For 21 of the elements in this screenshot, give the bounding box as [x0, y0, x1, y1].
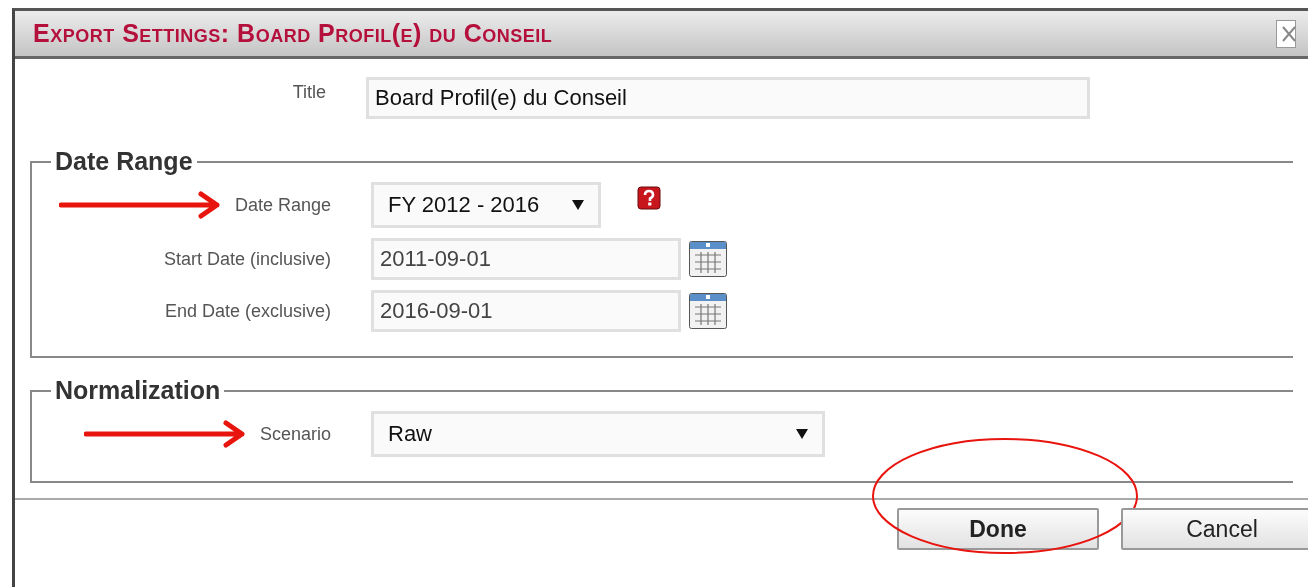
field-label: End Date (exclusive)	[164, 300, 331, 322]
dropdown[interactable]: FY 2012 - 2016	[371, 182, 601, 228]
caret-icon	[572, 200, 584, 210]
done-button[interactable]: Done	[897, 508, 1099, 550]
caret-icon	[796, 429, 808, 439]
field-label: Date Range	[234, 194, 331, 216]
dialog-title: Export Settings: Board Profil(e) du Conseil	[33, 19, 553, 48]
help-icon[interactable]	[637, 186, 661, 210]
close-icon[interactable]	[1276, 19, 1296, 48]
field-label: Title	[292, 81, 326, 103]
date-field[interactable]: 2011-09-01	[371, 238, 681, 280]
cancel-button[interactable]: Cancel	[1121, 508, 1308, 550]
date-field[interactable]: 2016-09-01	[371, 290, 681, 332]
field-label: Start Date (inclusive)	[163, 248, 331, 270]
section-legend: Normalization	[51, 376, 225, 405]
dropdown[interactable]: Raw	[371, 411, 825, 457]
calendar-icon[interactable]	[689, 293, 727, 329]
title-field[interactable]: Board Profil(e) du Conseil	[366, 77, 1090, 119]
calendar-icon[interactable]	[689, 241, 727, 277]
field-label: Scenario	[259, 423, 331, 445]
section-legend: Date Range	[51, 147, 197, 176]
